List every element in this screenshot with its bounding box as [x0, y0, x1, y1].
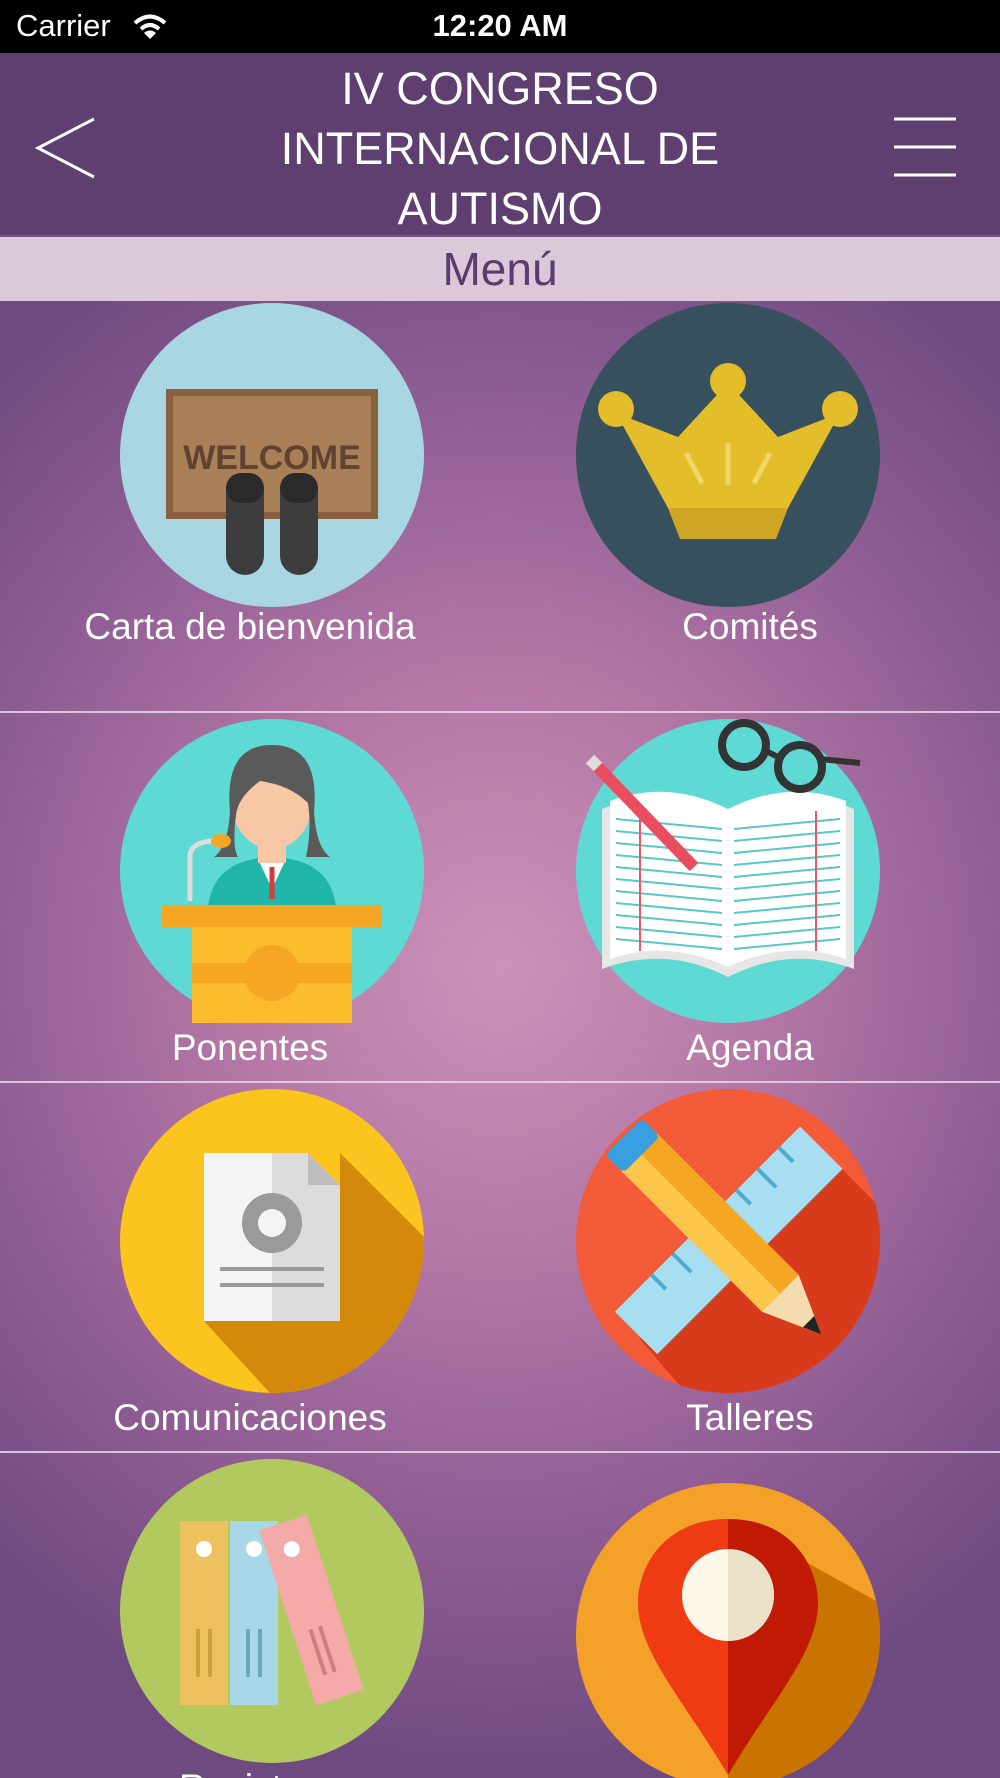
menu-row: Ponentes Agenda [0, 713, 1000, 1083]
menu-item-revistas[interactable]: Revistas [0, 1453, 500, 1778]
status-bar: Carrier 12:20 AM [0, 0, 1000, 53]
menu-row: WELCOME Carta de bienvenida Comités [0, 301, 1000, 713]
speaker-podium-icon [120, 719, 424, 1023]
menu-row: Comunicaciones Talleres [0, 1083, 1000, 1453]
open-book-icon [576, 719, 880, 1023]
svg-text:WELCOME: WELCOME [183, 439, 361, 477]
menu-item-label: Agenda [686, 1027, 814, 1068]
menu-item-ponentes[interactable]: Ponentes [0, 713, 500, 1081]
crown-icon [576, 303, 880, 607]
welcome-mat-icon: WELCOME [120, 303, 424, 607]
menu-item-label: Ponentes [171, 1027, 329, 1068]
menu-item-agenda[interactable]: Agenda [500, 713, 1000, 1081]
menu-item-talleres[interactable]: Talleres [500, 1083, 1000, 1451]
menu-item-comites[interactable]: Comités [500, 301, 1000, 711]
binders-icon [120, 1459, 424, 1763]
menu-item-ubicacion[interactable] [500, 1453, 1000, 1778]
menu-item-label: Comités [682, 606, 818, 647]
ruler-pencil-icon [576, 1089, 880, 1393]
menu-item-label: Revistas [0, 1765, 500, 1778]
menu-item-comunicaciones[interactable]: Comunicaciones [0, 1083, 500, 1451]
menu-row: Revistas [0, 1453, 1000, 1778]
map-pin-icon [576, 1483, 880, 1778]
hamburger-menu-icon[interactable] [892, 116, 958, 178]
menu-item-label: Comunicaciones [113, 1397, 387, 1438]
menu-item-carta-de-bienvenida[interactable]: WELCOME Carta de bienvenida [0, 301, 500, 711]
menu-item-label: Talleres [686, 1397, 814, 1438]
status-time: 12:20 AM [432, 8, 568, 43]
back-arrow-icon[interactable] [34, 115, 98, 181]
menu-grid: WELCOME Carta de bienvenida Comités Pone… [0, 301, 1000, 1778]
menu-item-label: Carta de bienvenida [84, 606, 416, 647]
section-header: Menú [0, 237, 1000, 301]
document-icon [120, 1089, 424, 1393]
page-title: IV CONGRESO INTERNACIONAL DE AUTISMO [280, 63, 720, 234]
navigation-bar: IV CONGRESO INTERNACIONAL DE AUTISMO [0, 53, 1000, 235]
